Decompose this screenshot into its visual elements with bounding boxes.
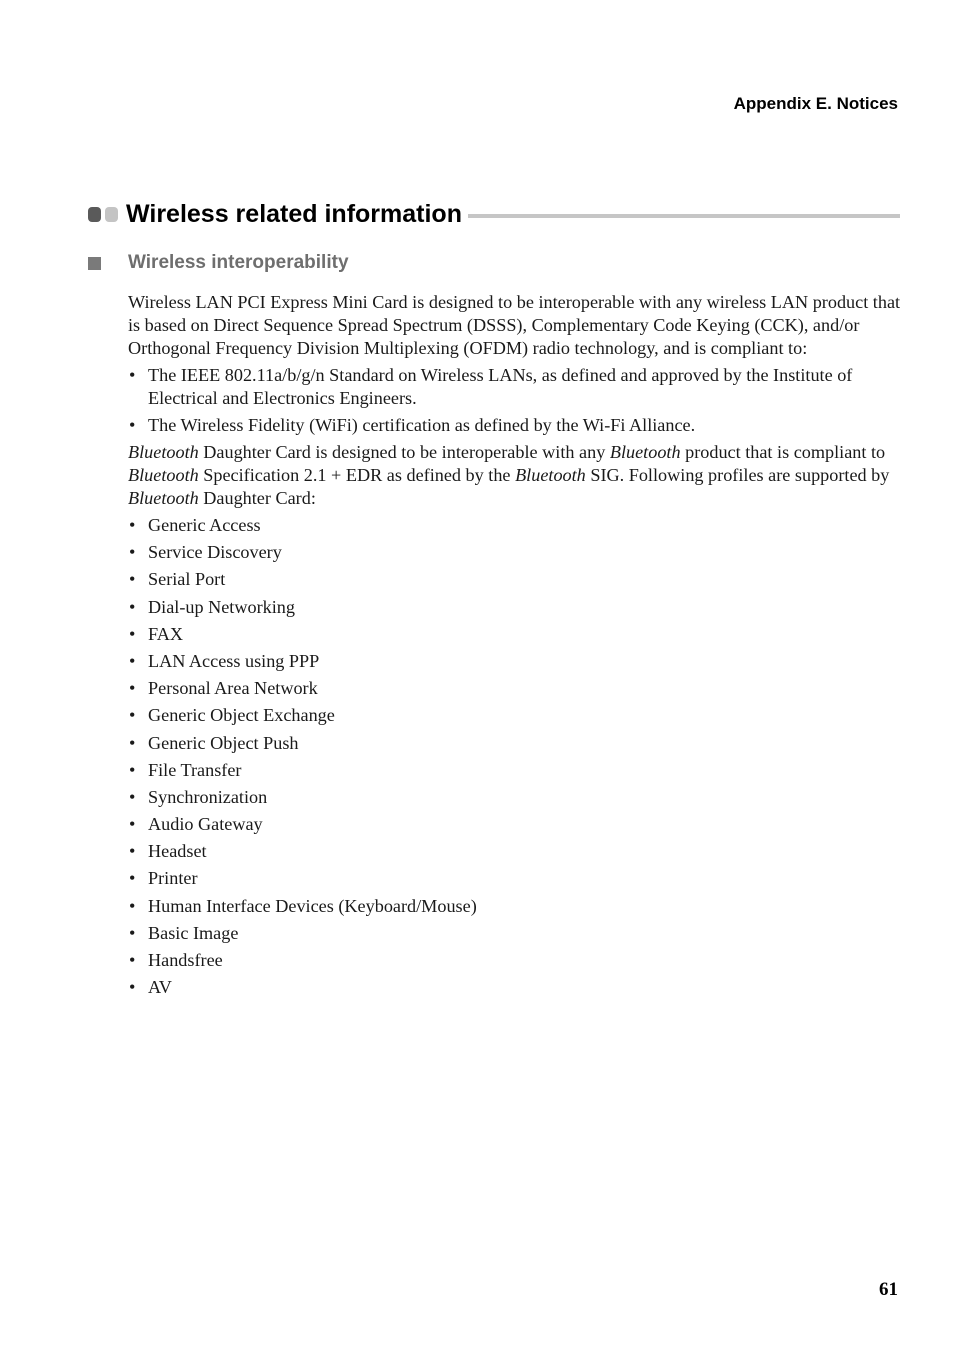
- profile-item: Service Discovery: [128, 541, 904, 564]
- body-text: Wireless LAN PCI Express Mini Card is de…: [128, 291, 904, 1003]
- profile-item: Generic Object Push: [128, 732, 904, 755]
- profile-item: Handsfree: [128, 949, 904, 972]
- heading-dots-icon: [88, 206, 118, 222]
- bluetooth-term: Bluetooth: [128, 465, 199, 485]
- profile-item: Human Interface Devices (Keyboard/Mouse): [128, 895, 904, 918]
- text-span: Specification 2.1 + EDR as defined by th…: [198, 465, 516, 485]
- compliance-list: The IEEE 802.11a/b/g/n Standard on Wirel…: [128, 364, 904, 437]
- profile-item: Printer: [128, 867, 904, 890]
- bluetooth-term: Bluetooth: [128, 488, 199, 508]
- profile-item: Headset: [128, 840, 904, 863]
- section-heading: Wireless related information: [88, 196, 900, 232]
- page-number: 61: [879, 1279, 898, 1300]
- text-span: Daughter Card is designed to be interope…: [198, 442, 610, 462]
- profile-item: Dial-up Networking: [128, 596, 904, 619]
- subsection-heading: Wireless interoperability: [88, 252, 349, 274]
- profile-item: Personal Area Network: [128, 677, 904, 700]
- profile-item: AV: [128, 976, 904, 999]
- profile-item: Audio Gateway: [128, 813, 904, 836]
- section-title: Wireless related information: [126, 199, 462, 228]
- profile-item: Basic Image: [128, 922, 904, 945]
- profile-item: Serial Port: [128, 568, 904, 591]
- profile-item: Synchronization: [128, 786, 904, 809]
- running-head: Appendix E. Notices: [733, 94, 898, 113]
- list-item: The Wireless Fidelity (WiFi) certificati…: [128, 414, 904, 437]
- bluetooth-paragraph: Bluetooth Daughter Card is designed to b…: [128, 441, 904, 510]
- text-span: product that is compliant to: [680, 442, 886, 462]
- bluetooth-term: Bluetooth: [515, 465, 586, 485]
- profile-item: Generic Object Exchange: [128, 704, 904, 727]
- dark-dot-icon: [88, 206, 101, 222]
- profile-item: FAX: [128, 623, 904, 646]
- list-item: The IEEE 802.11a/b/g/n Standard on Wirel…: [128, 364, 904, 410]
- text-span: SIG. Following profiles are supported by: [585, 465, 890, 485]
- profile-item: Generic Access: [128, 514, 904, 537]
- text-span: Daughter Card:: [198, 488, 316, 508]
- light-dot-icon: [105, 206, 118, 222]
- bluetooth-term: Bluetooth: [609, 442, 681, 462]
- intro-paragraph: Wireless LAN PCI Express Mini Card is de…: [128, 292, 901, 358]
- heading-rule: [467, 214, 900, 218]
- square-bullet-icon: [88, 256, 101, 270]
- subsection-title: Wireless interoperability: [128, 252, 349, 273]
- profile-item: LAN Access using PPP: [128, 650, 904, 673]
- profile-item: File Transfer: [128, 759, 904, 782]
- profiles-list: Generic Access Service Discovery Serial Po…: [128, 514, 904, 999]
- bluetooth-term: Bluetooth: [128, 442, 199, 462]
